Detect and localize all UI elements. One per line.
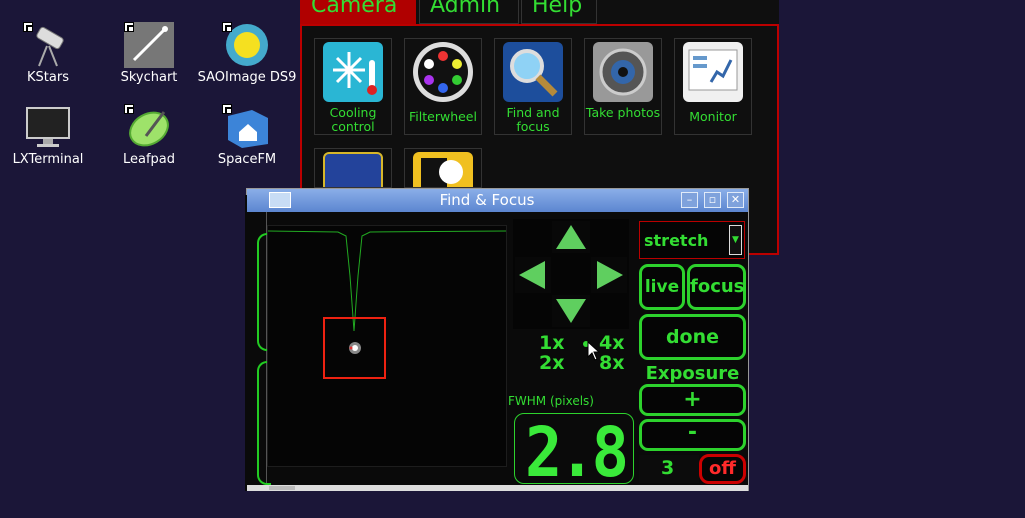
- tool-cooling-control[interactable]: Cooling control: [314, 38, 392, 135]
- tool-extra-2[interactable]: [404, 148, 482, 188]
- arrow-right-icon: [597, 261, 623, 289]
- tool-label: Find and focus: [506, 105, 560, 134]
- stretch-value: stretch: [644, 231, 709, 250]
- desktop-icon-leafpad[interactable]: Leafpad: [99, 104, 199, 168]
- desktop-icon-spacefm[interactable]: SpaceFM: [197, 104, 297, 168]
- background-window-edge: [245, 195, 271, 491]
- desktop-icon-ds9[interactable]: SAOImage DS9: [197, 22, 297, 86]
- stretch-select[interactable]: stretch ▼: [639, 221, 745, 259]
- arrow-up-icon: [556, 225, 586, 249]
- monitor-icon: [23, 104, 73, 150]
- done-button[interactable]: done: [639, 314, 746, 360]
- zoom-4x[interactable]: 4x: [599, 332, 624, 354]
- chart-monitor-icon: [683, 42, 743, 102]
- desktop-icon-label: LXTerminal: [12, 152, 84, 167]
- filterwheel-icon: [413, 42, 473, 102]
- eu-target-icon: [323, 152, 383, 187]
- live-button[interactable]: live: [639, 264, 685, 310]
- exposure-label: Exposure: [645, 363, 740, 384]
- menu-help[interactable]: Help: [521, 0, 597, 24]
- desktop-icon-skychart[interactable]: Skychart: [99, 22, 199, 86]
- tool-extra-1[interactable]: [314, 148, 392, 188]
- find-focus-window: Find & Focus – ▫ ✕ 1x 2x 4x 8x FWHM (pix…: [245, 188, 749, 493]
- exposure-value-box: 3: [639, 455, 699, 483]
- mouse-cursor-icon: [587, 341, 601, 361]
- maximize-button[interactable]: ▫: [704, 192, 721, 208]
- snowflake-thermometer-icon: [323, 42, 383, 102]
- tool-take-photos[interactable]: Take photos: [584, 38, 662, 135]
- arrow-down-icon: [556, 299, 586, 323]
- comet-icon: [124, 22, 174, 68]
- scrollbar-thumb[interactable]: [269, 486, 295, 490]
- desktop-icon-label: SAOImage DS9: [197, 70, 297, 85]
- arrow-up-button[interactable]: [552, 221, 590, 253]
- tool-filterwheel[interactable]: Filterwheel: [404, 38, 482, 135]
- desktop-icon-label: KStars: [27, 70, 69, 85]
- menu-camera[interactable]: Camera: [300, 0, 416, 24]
- title-bar[interactable]: Find & Focus – ▫ ✕: [247, 189, 748, 212]
- exposure-plus-button[interactable]: +: [639, 384, 746, 416]
- arrow-left-button[interactable]: [515, 257, 551, 293]
- exposure-value: 3: [661, 457, 675, 479]
- exposure-minus-button[interactable]: -: [639, 419, 746, 451]
- minimize-button[interactable]: –: [681, 192, 698, 208]
- horizontal-scrollbar[interactable]: [247, 485, 748, 491]
- tool-find-focus[interactable]: Find and focus: [494, 38, 572, 135]
- home-folder-icon: [222, 104, 272, 150]
- telescope-icon: [23, 22, 73, 68]
- desktop-icon-label: Skychart: [120, 70, 178, 85]
- menu-bar: Camera Admin Help: [300, 0, 779, 26]
- magnifier-icon: [503, 42, 563, 102]
- tool-label: Monitor: [689, 109, 737, 124]
- arrow-down-button[interactable]: [552, 295, 590, 327]
- window-title: Find & Focus: [439, 191, 535, 209]
- tool-label: Cooling control: [329, 105, 377, 134]
- star-profile-curve: [267, 230, 507, 332]
- camera-lens-icon: [593, 42, 653, 102]
- desktop-icon-label: Leafpad: [122, 152, 176, 167]
- zoom-2x[interactable]: 2x: [539, 352, 564, 374]
- close-button[interactable]: ✕: [727, 192, 744, 208]
- camera-preview[interactable]: [267, 225, 507, 467]
- tool-monitor[interactable]: Monitor: [674, 38, 752, 135]
- tool-label: Take photos: [585, 105, 661, 120]
- fwhm-label: FWHM (pixels): [508, 394, 594, 408]
- desktop-icon-kstars[interactable]: KStars: [0, 22, 98, 86]
- tool-label: Filterwheel: [409, 109, 477, 124]
- arrow-left-icon: [519, 261, 545, 289]
- star-badge-icon: [413, 152, 473, 187]
- arrow-right-button[interactable]: [591, 257, 627, 293]
- desktop-icon-label: SpaceFM: [217, 152, 277, 167]
- desktop-icon-lxterminal[interactable]: LXTerminal: [0, 104, 98, 168]
- fwhm-value: 2.8: [525, 412, 629, 493]
- zoom-1x[interactable]: 1x: [539, 332, 564, 354]
- chevron-down-icon: ▼: [729, 225, 742, 255]
- leaf-pen-icon: [124, 104, 174, 150]
- zoom-8x[interactable]: 8x: [599, 352, 624, 374]
- menu-admin[interactable]: Admin: [419, 0, 519, 24]
- off-button[interactable]: off: [699, 454, 746, 484]
- fwhm-display: 2.8: [514, 412, 634, 493]
- focus-button[interactable]: focus: [687, 264, 746, 310]
- sun-icon: [222, 22, 272, 68]
